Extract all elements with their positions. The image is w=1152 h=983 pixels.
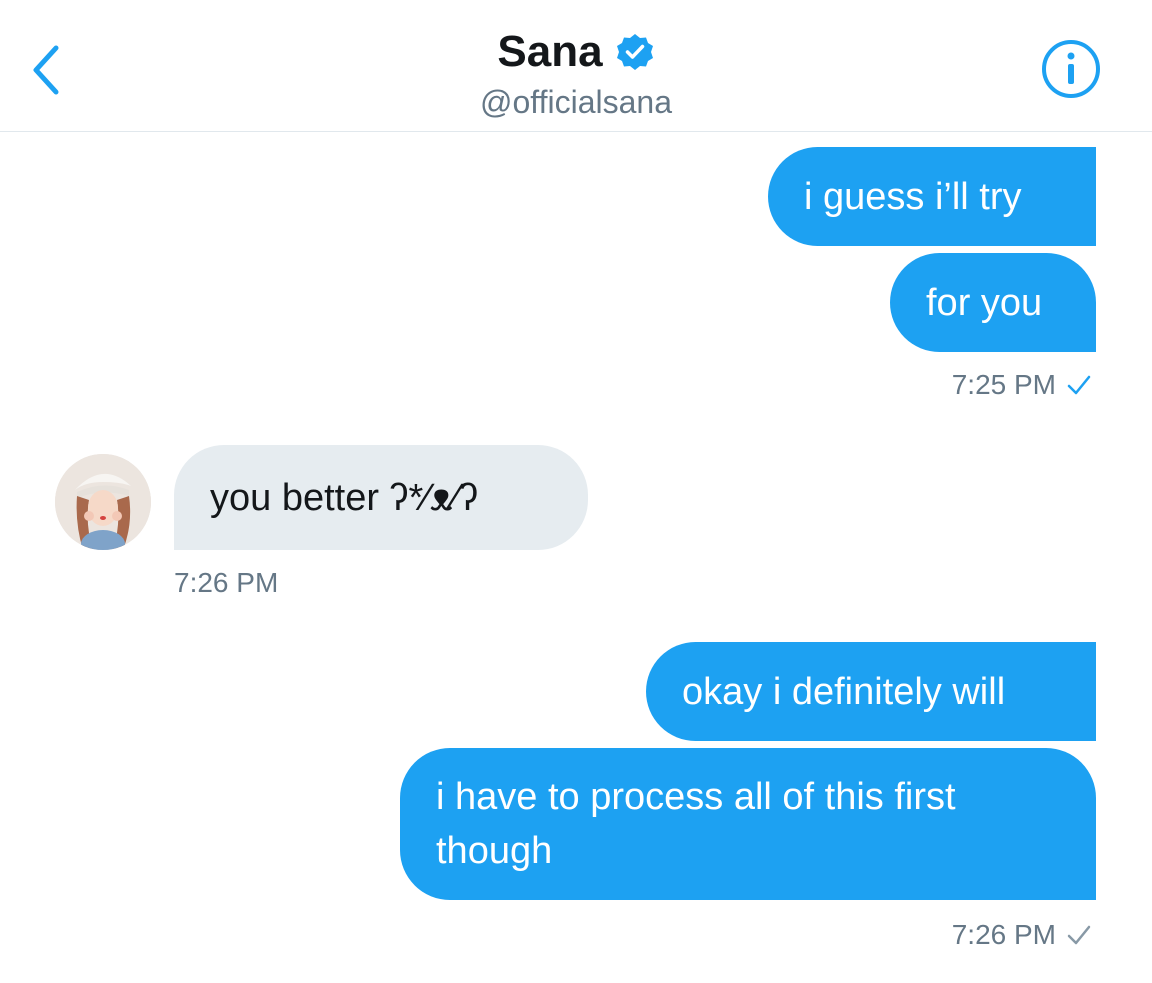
outgoing-message[interactable]: for you bbox=[890, 253, 1096, 352]
conversation-title: Sana bbox=[497, 27, 603, 76]
outgoing-message[interactable]: okay i definitely will bbox=[646, 642, 1096, 741]
incoming-message[interactable]: you better ʔ*⁄ᴥ⁄ʔ bbox=[174, 445, 588, 550]
timestamp-text: 7:25 PM bbox=[951, 369, 1056, 400]
conversation-handle: @officialsana bbox=[480, 84, 672, 120]
title-block: Sana @officialsana bbox=[0, 24, 1152, 122]
sent-check-icon bbox=[1067, 925, 1091, 945]
avatar[interactable] bbox=[55, 454, 151, 550]
message-text: you better ʔ*⁄ᴥ⁄ʔ bbox=[210, 476, 479, 519]
info-circle-icon bbox=[1042, 40, 1100, 98]
profile-photo bbox=[55, 454, 151, 550]
timestamp-text: 7:26 PM bbox=[951, 919, 1056, 950]
message-timestamp: 7:25 PM bbox=[952, 368, 1092, 402]
message-text: okay i definitely will bbox=[682, 670, 1006, 713]
verified-badge-icon bbox=[616, 34, 653, 70]
message-timestamp: 7:26 PM bbox=[952, 918, 1092, 952]
message-text: for you bbox=[926, 281, 1043, 324]
timestamp-text: 7:26 PM bbox=[174, 567, 279, 598]
info-button[interactable] bbox=[1040, 38, 1102, 100]
message-text: i have to process all of this first thou… bbox=[436, 776, 956, 872]
outgoing-message[interactable]: i guess i’ll try bbox=[768, 147, 1096, 246]
message-text: i guess i’ll try bbox=[804, 175, 1022, 218]
read-check-icon bbox=[1067, 375, 1091, 395]
outgoing-message[interactable]: i have to process all of this first thou… bbox=[400, 748, 1096, 900]
message-timestamp: 7:26 PM bbox=[174, 566, 278, 600]
conversation-header: Sana @officialsana bbox=[0, 0, 1152, 132]
